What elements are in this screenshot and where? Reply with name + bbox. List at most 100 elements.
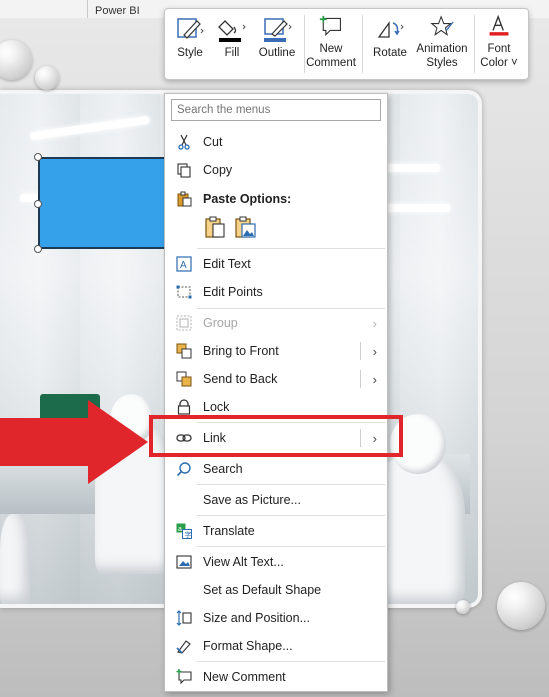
- font-color-label-line1: Font: [487, 43, 511, 55]
- bubble-decoration: [456, 600, 470, 614]
- style-button[interactable]: Style: [173, 13, 207, 60]
- copy-icon: [177, 163, 191, 178]
- fill-button[interactable]: Fill: [215, 13, 249, 60]
- toolbar-divider: [474, 15, 475, 73]
- menu-item-group[interactable]: Group ›: [165, 309, 387, 337]
- new-comment-label-line2: Comment: [306, 57, 356, 69]
- font-color-label-line2: Color ˅: [480, 57, 518, 69]
- menu-item-set-default-shape[interactable]: Set as Default Shape: [165, 576, 387, 604]
- edit-points-icon: [176, 285, 192, 299]
- menu-item-edit-text[interactable]: A Edit Text: [165, 250, 387, 278]
- menu-separator: [197, 248, 385, 249]
- chevron-right-icon[interactable]: ›: [373, 372, 377, 387]
- search-icon: [176, 462, 191, 477]
- menu-search-input[interactable]: [171, 99, 381, 121]
- menu-item-send-to-back[interactable]: Send to Back ›: [165, 365, 387, 393]
- red-arrow-head: [88, 400, 148, 484]
- menu-item-label: Send to Back: [203, 372, 278, 386]
- red-arrow-annotation: [0, 418, 90, 466]
- resize-handle[interactable]: [34, 245, 42, 253]
- menu-separator: [197, 515, 385, 516]
- bubble-decoration: [35, 66, 59, 90]
- rotate-icon: [377, 20, 404, 38]
- chevron-right-icon: ›: [372, 316, 377, 331]
- clipboard-icon: [177, 191, 192, 207]
- new-comment-button[interactable]: New Comment: [305, 13, 357, 70]
- svg-text:a: a: [178, 526, 182, 533]
- menu-item-label: Paste Options:: [203, 192, 292, 206]
- outline-label: Outline: [258, 47, 296, 59]
- submenu-divider: [360, 342, 361, 360]
- format-shape-icon: [176, 640, 191, 654]
- animation-styles-button[interactable]: Animation Styles: [413, 13, 471, 70]
- new-comment-label-line1: New: [319, 43, 343, 55]
- menu-item-save-as-picture[interactable]: Save as Picture...: [165, 486, 387, 514]
- menu-separator: [197, 484, 385, 485]
- menu-item-label: Copy: [203, 163, 233, 177]
- menu-item-translate[interactable]: a 字 Translate: [165, 517, 387, 545]
- animation-star-icon: [430, 15, 454, 36]
- menu-separator: [197, 546, 385, 547]
- menu-item-label: Edit Points: [203, 285, 263, 299]
- ribbon-divider: [87, 0, 88, 18]
- submenu-divider: [360, 370, 361, 388]
- menu-item-copy[interactable]: Copy: [165, 156, 387, 184]
- menu-item-cut[interactable]: Cut: [165, 128, 387, 156]
- ribbon-group-label: Power BI: [95, 5, 140, 17]
- group-icon: [176, 315, 192, 331]
- new-comment-icon: [319, 15, 341, 37]
- menu-item-label: Format Shape...: [203, 639, 293, 653]
- svg-text:字: 字: [185, 530, 192, 539]
- menu-item-label: Cut: [203, 135, 223, 149]
- menu-item-label: New Comment: [203, 670, 286, 684]
- paste-options-row: [165, 215, 387, 245]
- link-highlight-box: [149, 415, 403, 457]
- outline-button[interactable]: Outline: [255, 13, 299, 60]
- bring-to-front-icon: [176, 343, 192, 359]
- resize-handle[interactable]: [34, 153, 42, 161]
- menu-item-label: Size and Position...: [203, 611, 311, 625]
- menu-item-paste-options: Paste Options:: [165, 185, 387, 213]
- font-color-icon: [489, 15, 509, 36]
- paste-keep-source-icon[interactable]: [203, 215, 227, 239]
- menu-item-size-and-position[interactable]: Size and Position...: [165, 604, 387, 632]
- mini-toolbar: Style Fill Outline New Comment Rotate An…: [164, 8, 529, 80]
- style-label: Style: [177, 47, 203, 59]
- fill-bucket-icon: [218, 20, 246, 42]
- fill-label: Fill: [224, 47, 240, 59]
- font-color-button[interactable]: Font Color ˅: [476, 13, 522, 70]
- menu-item-label: Search: [203, 462, 243, 476]
- menu-item-edit-points[interactable]: Edit Points: [165, 278, 387, 306]
- chevron-right-icon[interactable]: ›: [373, 344, 377, 359]
- context-menu: Cut Copy Paste Options:: [164, 93, 388, 692]
- animation-styles-label-line1: Animation: [416, 43, 468, 55]
- menu-item-label: Group: [203, 316, 238, 330]
- menu-separator: [197, 661, 385, 662]
- menu-item-view-alt-text[interactable]: View Alt Text...: [165, 548, 387, 576]
- translate-icon: a 字: [176, 523, 192, 539]
- rotate-button[interactable]: Rotate: [368, 13, 412, 60]
- menu-item-label: View Alt Text...: [203, 555, 284, 569]
- menu-item-new-comment[interactable]: New Comment: [165, 663, 387, 691]
- menu-item-label: Save as Picture...: [203, 493, 301, 507]
- toolbar-divider: [362, 15, 363, 73]
- menu-item-format-shape[interactable]: Format Shape...: [165, 632, 387, 660]
- size-position-icon: [176, 610, 192, 626]
- rotate-label: Rotate: [373, 47, 407, 59]
- menu-item-label: Translate: [203, 524, 255, 538]
- menu-item-label: Lock: [203, 400, 230, 414]
- menu-item-label: Edit Text: [203, 257, 251, 271]
- paste-as-picture-icon[interactable]: [233, 215, 257, 239]
- resize-handle[interactable]: [34, 200, 42, 208]
- lock-icon: [177, 399, 191, 415]
- selected-rectangle-shape[interactable]: [38, 157, 178, 249]
- menu-item-search[interactable]: Search: [165, 455, 387, 483]
- scissors-icon: [178, 134, 190, 150]
- new-comment-icon: [176, 669, 192, 685]
- svg-text:A: A: [180, 260, 187, 271]
- alt-text-icon: [176, 555, 192, 569]
- menu-item-label: Bring to Front: [203, 344, 279, 358]
- menu-item-bring-to-front[interactable]: Bring to Front ›: [165, 337, 387, 365]
- edit-text-icon: A: [176, 256, 192, 272]
- menu-item-label: Set as Default Shape: [203, 583, 322, 597]
